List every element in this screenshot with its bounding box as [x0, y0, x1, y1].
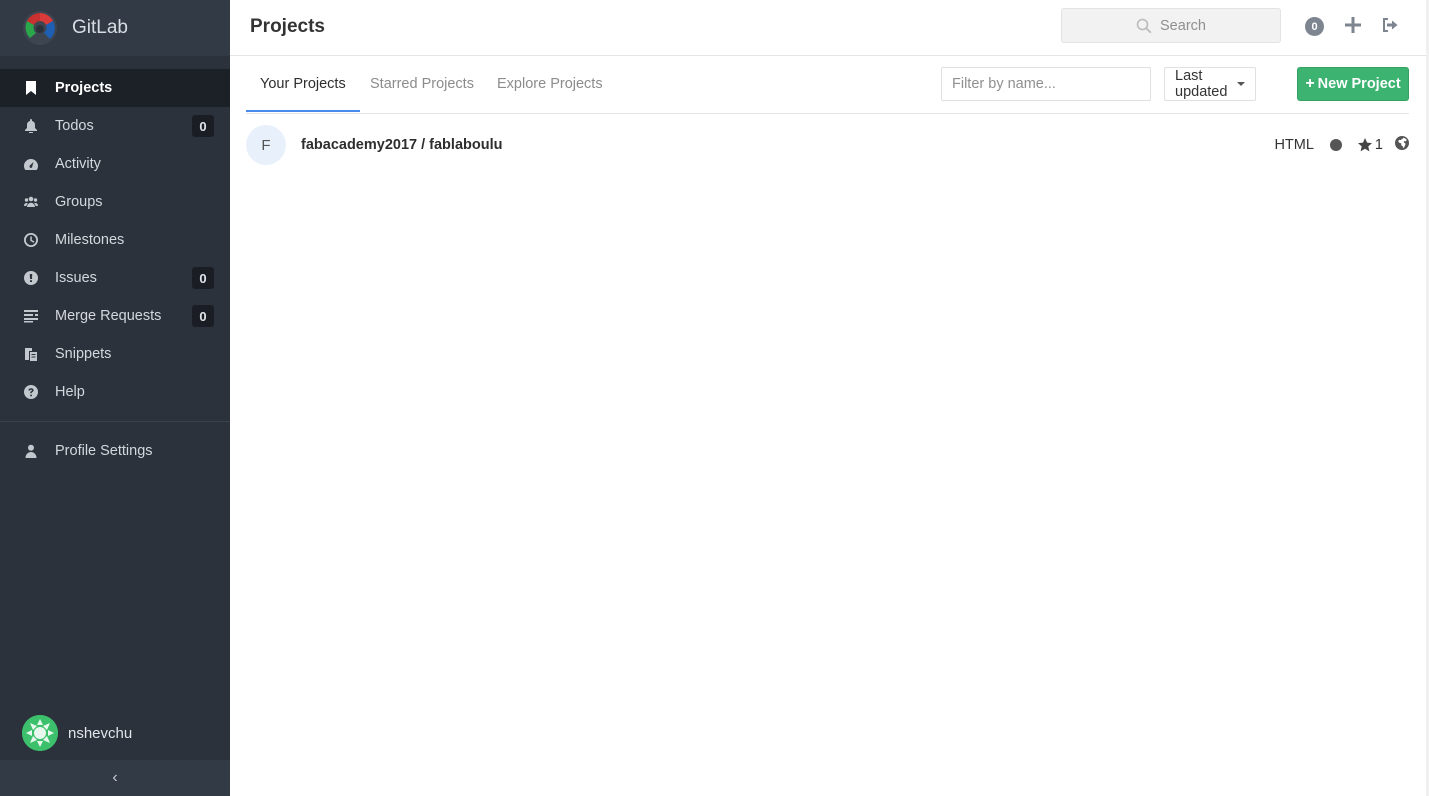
search-icon [1136, 18, 1152, 33]
clock-icon [24, 233, 38, 247]
tab-your-projects[interactable]: Your Projects [246, 56, 360, 112]
question-circle-icon [24, 385, 38, 399]
caret-down-icon [1237, 82, 1245, 86]
plus-icon [1345, 17, 1361, 33]
merge-requests-count-badge: 0 [192, 305, 214, 327]
sidebar-item-merge-requests[interactable]: Merge Requests 0 [0, 297, 230, 335]
sidebar-item-label: Todos [55, 118, 94, 134]
sort-dropdown[interactable]: Last updated [1164, 67, 1256, 101]
tab-starred-projects[interactable]: Starred Projects [356, 56, 488, 112]
users-icon [24, 195, 38, 209]
visibility-globe-icon [1395, 136, 1409, 154]
star-count: 1 [1374, 137, 1383, 153]
exclamation-circle-icon [24, 271, 38, 285]
todos-header-badge[interactable]: 0 [1305, 17, 1324, 36]
chevron-left-icon: ‹ [112, 769, 118, 786]
project-language: HTML [1274, 137, 1314, 153]
sign-out-icon [1383, 18, 1398, 32]
sidebar-item-help[interactable]: Help [0, 373, 230, 411]
sidebar-item-label: Projects [55, 80, 113, 96]
sidebar-item-label: Issues [55, 270, 97, 286]
project-meta: HTML 1 [1274, 125, 1409, 165]
new-item-button[interactable] [1344, 16, 1364, 36]
sidebar-divider [0, 421, 230, 422]
sidebar-item-label: Help [55, 384, 85, 400]
sidebar: GitLab Projects Todos 0 Activity Groups [0, 0, 230, 796]
bell-icon [24, 119, 38, 133]
filter-by-name-input[interactable] [941, 67, 1151, 101]
user-name: nshevchu [68, 724, 133, 742]
project-stars: 1 [1357, 137, 1383, 153]
sidebar-item-snippets[interactable]: Snippets [0, 335, 230, 373]
current-user[interactable]: nshevchu [22, 715, 132, 751]
user-avatar [22, 715, 58, 751]
fablab-logo [23, 11, 57, 45]
sidebar-item-profile-settings[interactable]: Profile Settings [0, 432, 230, 470]
user-icon [24, 444, 38, 458]
project-avatar[interactable]: F [246, 125, 286, 165]
page-title: Projects [250, 16, 325, 37]
collapse-sidebar-button[interactable]: ‹ [0, 760, 230, 796]
project-name-link[interactable]: fabacademy2017 / fablaboulu [301, 137, 502, 153]
list-icon [24, 309, 38, 323]
app-root: GitLab Projects Todos 0 Activity Groups [0, 0, 1429, 796]
search-placeholder: Search [1160, 17, 1206, 34]
sign-out-button[interactable] [1381, 16, 1401, 36]
new-project-label: New Project [1317, 76, 1401, 92]
todos-count-badge: 0 [192, 115, 214, 137]
sidebar-item-groups[interactable]: Groups [0, 183, 230, 221]
sidebar-item-label: Merge Requests [55, 308, 162, 324]
sidebar-item-projects[interactable]: Projects [0, 69, 230, 107]
sidebar-nav: Projects Todos 0 Activity Groups Milesto… [0, 69, 230, 470]
new-project-button[interactable]: + New Project [1297, 67, 1409, 101]
pipeline-status-icon[interactable] [1329, 139, 1342, 151]
sidebar-item-label: Snippets [55, 346, 112, 362]
sidebar-item-label: Groups [55, 194, 103, 210]
sidebar-item-label: Activity [55, 156, 101, 172]
sort-dropdown-label: Last updated [1175, 68, 1228, 100]
brand[interactable]: GitLab [0, 0, 230, 56]
sidebar-item-label: Profile Settings [55, 443, 153, 459]
star-icon [1357, 138, 1372, 152]
projects-tabs: Your Projects Starred Projects Explore P… [246, 56, 1409, 114]
bookmark-icon [24, 81, 38, 95]
list-item: F fabacademy2017 / fablaboulu HTML 1 [246, 125, 1409, 165]
sidebar-item-label: Milestones [55, 232, 125, 248]
sidebar-item-milestones[interactable]: Milestones [0, 221, 230, 259]
top-header: Projects Search 0 [230, 0, 1426, 56]
dashboard-icon [24, 157, 38, 171]
sidebar-item-activity[interactable]: Activity [0, 145, 230, 183]
tab-explore-projects[interactable]: Explore Projects [483, 56, 617, 112]
issues-count-badge: 0 [192, 267, 214, 289]
app-title: GitLab [72, 17, 128, 38]
sidebar-item-todos[interactable]: Todos 0 [0, 107, 230, 145]
search-input[interactable]: Search [1061, 8, 1281, 43]
sidebar-item-issues[interactable]: Issues 0 [0, 259, 230, 297]
clipboard-icon [24, 347, 38, 361]
plus-icon: + [1305, 75, 1315, 92]
